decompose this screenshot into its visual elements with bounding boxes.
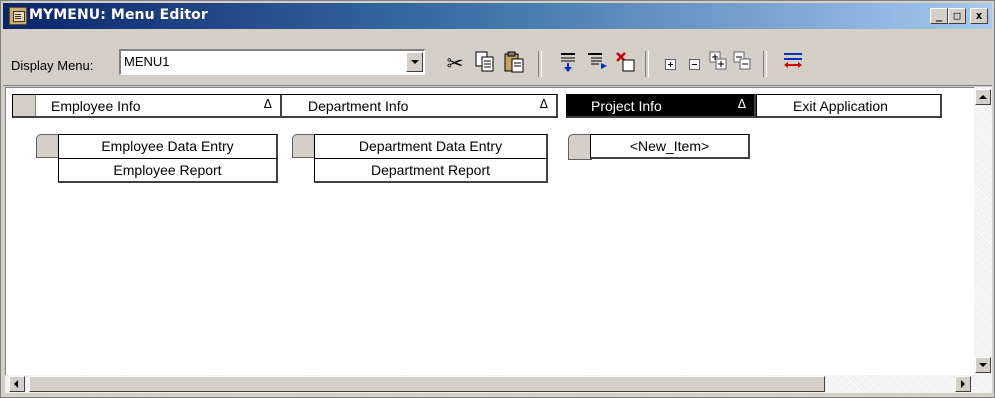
vertical-scrollbar[interactable] (974, 87, 992, 375)
submenu-item[interactable]: Department Report (314, 158, 548, 183)
drag-handle[interactable] (292, 134, 316, 158)
display-menu-value: MENU1 (124, 54, 170, 69)
submenu-delta-icon: Δ (263, 97, 272, 111)
toolbar-separator (538, 51, 542, 77)
collapse-all-icon[interactable] (731, 51, 755, 75)
minimize-button[interactable]: _ (930, 8, 948, 24)
horizontal-scroll-thumb[interactable] (29, 376, 825, 392)
menu-editor-window: MYMENU: Menu Editor _ □ x Display Menu: … (0, 0, 995, 398)
submenu-item[interactable]: Department Data Entry (314, 134, 548, 159)
toolbar-separator (763, 51, 767, 77)
submenu-department-info: Department Data Entry Department Report (292, 134, 554, 186)
submenu-employee-info: Employee Data Entry Employee Report (36, 134, 280, 186)
close-button[interactable]: x (970, 8, 988, 24)
chevron-down-icon[interactable] (406, 52, 423, 72)
drag-handle[interactable] (36, 134, 60, 158)
menu-department-info[interactable]: Department Info Δ (282, 94, 558, 118)
menu-design-canvas[interactable]: Employee Info Δ Department Info Δ Projec… (5, 87, 974, 376)
collapse-icon[interactable] (689, 59, 700, 70)
menu-exit-application[interactable]: Exit Application (756, 94, 942, 118)
scroll-up-icon[interactable] (975, 89, 991, 105)
scroll-left-icon[interactable] (9, 376, 25, 392)
scroll-down-icon[interactable] (975, 357, 991, 373)
submenu-item[interactable]: Employee Report (58, 158, 278, 183)
toolbar: Display Menu: MENU1 ✂ (3, 31, 992, 86)
window-title: MYMENU: Menu Editor (29, 7, 208, 23)
submenu-item[interactable]: <New_Item> (590, 134, 750, 159)
menu-label: Exit Application (793, 98, 888, 114)
display-menu-select[interactable]: MENU1 (119, 49, 425, 75)
menu-employee-info[interactable]: Employee Info Δ (12, 94, 282, 118)
cut-icon[interactable]: ✂ (443, 51, 467, 75)
app-icon (9, 7, 27, 25)
expand-all-icon[interactable] (707, 51, 731, 75)
horizontal-scrollbar[interactable] (5, 375, 992, 393)
scroll-right-icon[interactable] (955, 376, 971, 392)
swap-icon[interactable] (781, 51, 805, 75)
copy-icon[interactable] (473, 51, 497, 75)
menu-label: Employee Info (51, 98, 141, 114)
menu-project-info[interactable]: Project Info Δ (566, 94, 756, 118)
submenu-item[interactable]: Employee Data Entry (58, 134, 278, 159)
paste-icon[interactable] (502, 51, 526, 75)
maximize-button[interactable]: □ (948, 8, 966, 24)
insert-submenu-icon[interactable] (585, 51, 609, 75)
submenu-delta-icon: Δ (539, 97, 548, 111)
toolbar-separator (645, 51, 649, 77)
delete-item-icon[interactable] (614, 51, 638, 75)
display-menu-label: Display Menu: (11, 58, 94, 73)
insert-item-icon[interactable] (556, 51, 580, 75)
expand-icon[interactable] (665, 59, 676, 70)
menu-label: Department Info (308, 98, 409, 114)
drag-handle[interactable] (568, 134, 592, 160)
submenu-project-info: <New_Item> (568, 134, 754, 164)
title-bar[interactable]: MYMENU: Menu Editor _ □ x (3, 3, 992, 29)
menu-label: Project Info (591, 98, 662, 114)
drag-handle[interactable] (13, 95, 36, 116)
submenu-delta-icon: Δ (737, 97, 746, 111)
